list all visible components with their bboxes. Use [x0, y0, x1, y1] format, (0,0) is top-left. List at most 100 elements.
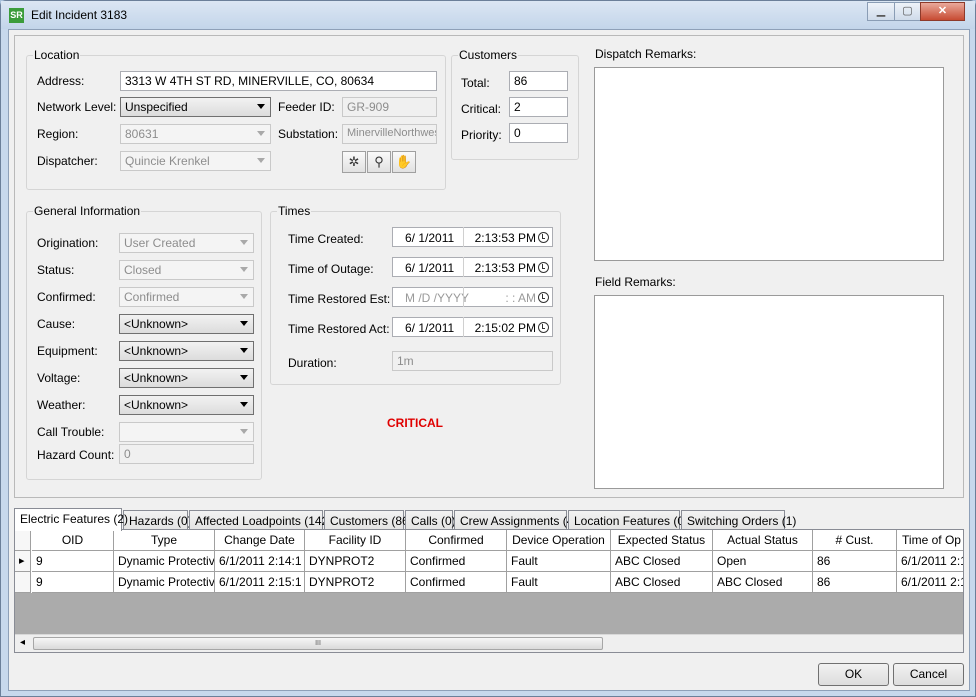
weather-dropdown[interactable]: <Unknown> — [119, 395, 254, 415]
column-header-time-of-op[interactable]: Time of Op — [897, 530, 963, 551]
tab-hazards[interactable]: Hazards (0) — [123, 510, 192, 530]
grid-cell[interactable]: 6/1/2011 2:1 — [897, 551, 963, 572]
column-header-change-date[interactable]: Change Date — [215, 530, 305, 551]
clock-icon[interactable] — [538, 232, 549, 243]
column-header-device-operation[interactable]: Device Operation — [507, 530, 611, 551]
locate-on-map-button[interactable]: ✲ — [342, 151, 366, 173]
electric-features-grid[interactable]: ◂ III OID Type Change Date Facility ID Confi… — [14, 529, 964, 653]
horizontal-scrollbar[interactable]: ◂ III — [15, 634, 963, 652]
column-header-type[interactable]: Type — [114, 530, 215, 551]
grid-cell[interactable]: ABC Closed — [713, 572, 813, 593]
time-restored-act-picker[interactable]: 6/ 1/2011 2:15:02 PM — [392, 317, 553, 337]
confirmed-dropdown[interactable]: Confirmed — [119, 287, 254, 307]
date-part[interactable]: 6/ 1/2011 — [405, 261, 454, 275]
column-header-facility-id[interactable]: Facility ID — [305, 530, 406, 551]
total-customers-field[interactable]: 86 — [509, 71, 568, 91]
minimize-button[interactable]: ▁ — [867, 2, 895, 21]
priority-customers-field[interactable]: 0 — [509, 123, 568, 143]
time-part[interactable]: 2:13:53 PM — [475, 261, 536, 275]
time-of-outage-picker[interactable]: 6/ 1/2011 2:13:53 PM — [392, 257, 553, 277]
equipment-value: <Unknown> — [124, 344, 189, 358]
voltage-dropdown[interactable]: <Unknown> — [119, 368, 254, 388]
grid-cell[interactable]: 86 — [813, 572, 897, 593]
column-header-confirmed[interactable]: Confirmed — [406, 530, 507, 551]
grid-cell[interactable]: 9 — [32, 551, 114, 572]
table-row[interactable]: ▸ 9 Dynamic Protectiv 6/1/2011 2:14:1 DYNPRO… — [15, 551, 963, 572]
grid-cell[interactable]: 6/1/2011 2:14:1 — [215, 551, 305, 572]
magnifier-icon: ⚲ — [374, 154, 384, 169]
maximize-button[interactable]: ▢ — [894, 2, 921, 21]
grid-cell[interactable]: DYNPROT2 — [305, 572, 406, 593]
tab-switching-orders[interactable]: Switching Orders (1) — [681, 510, 796, 530]
field-remarks-textarea[interactable] — [594, 295, 944, 489]
address-field[interactable]: 3313 W 4TH ST RD, MINERVILLE, CO, 80634 — [120, 71, 437, 91]
scrollbar-thumb[interactable]: III — [33, 637, 603, 650]
tab-location-features[interactable]: Location Features (0) — [568, 510, 688, 530]
feeder-id-field[interactable]: GR-909 — [342, 97, 437, 117]
dispatch-remarks-textarea[interactable] — [594, 67, 944, 261]
grid-cell[interactable]: ABC Closed — [611, 551, 713, 572]
time-part[interactable]: 2:13:53 PM — [475, 231, 536, 245]
dispatcher-dropdown[interactable]: Quincie Krenkel — [120, 151, 271, 171]
column-header-expected-status[interactable]: Expected Status — [611, 530, 713, 551]
grid-cell[interactable]: 9 — [32, 572, 114, 593]
zoom-to-button[interactable]: ⚲ — [367, 151, 391, 173]
critical-status-label: CRITICAL — [387, 416, 443, 430]
ok-button[interactable]: OK — [818, 663, 889, 686]
grid-cell[interactable]: Confirmed — [406, 551, 507, 572]
grid-cell[interactable]: Dynamic Protectiv — [114, 551, 215, 572]
grid-cell[interactable]: DYNPROT2 — [305, 551, 406, 572]
date-part[interactable]: M /D /YYYY — [405, 291, 469, 305]
chevron-down-icon — [240, 294, 248, 299]
weather-label: Weather: — [37, 398, 86, 412]
clock-icon[interactable] — [538, 322, 549, 333]
clock-icon[interactable] — [538, 262, 549, 273]
table-row[interactable]: 9 Dynamic Protectiv 6/1/2011 2:15:1 DYNPROT… — [15, 572, 963, 593]
tab-customers[interactable]: Customers (86) — [324, 510, 413, 530]
close-button[interactable]: ✕ — [920, 2, 965, 21]
duration-field[interactable]: 1m — [392, 351, 553, 371]
column-header-oid[interactable]: OID — [32, 530, 114, 551]
scroll-left-icon[interactable]: ◂ — [20, 637, 25, 648]
column-header-actual-status[interactable]: Actual Status — [713, 530, 813, 551]
window-title: Edit Incident 3183 — [31, 8, 128, 22]
tab-electric-features[interactable]: Electric Features (2) — [14, 508, 128, 531]
grid-cell[interactable]: Fault — [507, 551, 611, 572]
network-level-dropdown[interactable]: Unspecified — [120, 97, 271, 117]
cause-dropdown[interactable]: <Unknown> — [119, 314, 254, 334]
column-header-cust[interactable]: # Cust. — [813, 530, 897, 551]
grid-cell[interactable]: Fault — [507, 572, 611, 593]
grid-cell[interactable]: Confirmed — [406, 572, 507, 593]
row-header[interactable]: ▸ — [15, 551, 31, 572]
row-header-corner[interactable] — [15, 530, 31, 551]
time-created-picker[interactable]: 6/ 1/2011 2:13:53 PM — [392, 227, 553, 247]
time-part[interactable]: : : AM — [505, 291, 536, 305]
critical-customers-field[interactable]: 2 — [509, 97, 568, 117]
incident-details-panel: Location Address: 3313 W 4TH ST RD, MINE… — [14, 35, 964, 498]
grid-cell[interactable]: 86 — [813, 551, 897, 572]
equipment-dropdown[interactable]: <Unknown> — [119, 341, 254, 361]
grid-cell[interactable]: Dynamic Protectiv — [114, 572, 215, 593]
call-trouble-dropdown[interactable] — [119, 422, 254, 442]
substation-field[interactable]: MinervilleNorthwes — [342, 124, 437, 144]
row-header[interactable] — [15, 572, 31, 593]
status-dropdown[interactable]: Closed — [119, 260, 254, 280]
grid-cell[interactable]: 6/1/2011 2:15:1 — [215, 572, 305, 593]
hazard-count-field[interactable]: 0 — [119, 444, 254, 464]
date-part[interactable]: 6/ 1/2011 — [405, 231, 454, 245]
tab-calls[interactable]: Calls (0) — [405, 510, 456, 530]
cancel-button[interactable]: Cancel — [893, 663, 964, 686]
grid-cell[interactable]: ABC Closed — [611, 572, 713, 593]
time-part[interactable]: 2:15:02 PM — [475, 321, 536, 335]
origination-dropdown[interactable]: User Created — [119, 233, 254, 253]
region-dropdown[interactable]: 80631 — [120, 124, 271, 144]
grid-cell[interactable]: 6/1/2011 2:1 — [897, 572, 963, 593]
pan-to-button[interactable]: ✋ — [392, 151, 416, 173]
time-restored-est-picker[interactable]: M /D /YYYY : : AM — [392, 287, 553, 307]
clock-icon[interactable] — [538, 292, 549, 303]
tab-crew-assignments[interactable]: Crew Assignments (4) — [454, 510, 577, 530]
title-bar[interactable]: SR Edit Incident 3183 ▁ ▢ ✕ — [1, 1, 975, 29]
tab-affected-loadpoints[interactable]: Affected Loadpoints (142) — [189, 510, 332, 530]
date-part[interactable]: 6/ 1/2011 — [405, 321, 454, 335]
grid-cell[interactable]: Open — [713, 551, 813, 572]
